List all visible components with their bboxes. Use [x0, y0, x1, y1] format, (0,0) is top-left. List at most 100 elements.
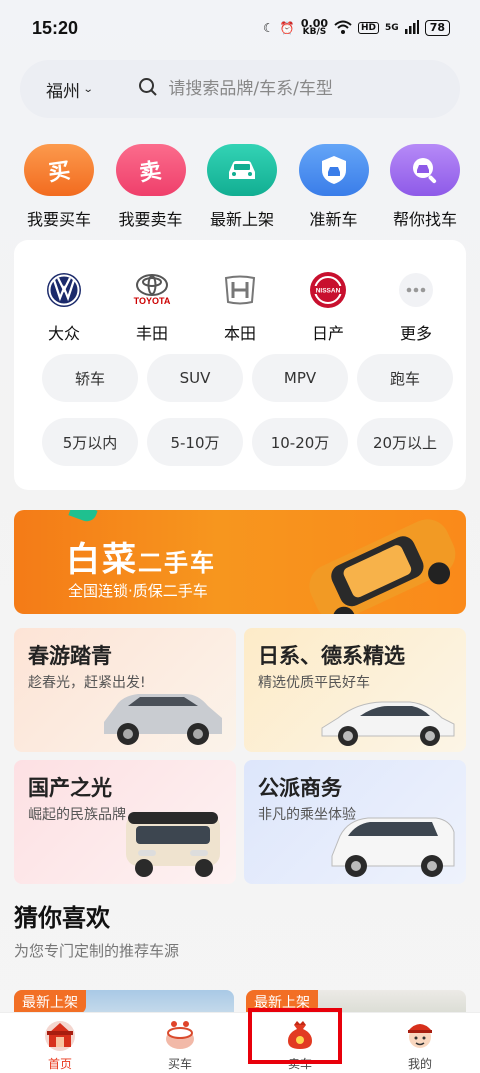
feature-title: 国产之光: [28, 776, 112, 800]
profile-icon: [402, 1019, 438, 1051]
status-bar: 15:20 ☾ ⏰ 0.00 KB/S HD 5G 78: [0, 0, 480, 56]
quick-find-car[interactable]: 帮你找车: [380, 144, 470, 230]
filter-suv[interactable]: SUV: [147, 354, 243, 402]
quick-label: 最新上架: [209, 210, 274, 229]
feature-title: 公派商务: [258, 776, 342, 800]
brand-label: 丰田: [135, 324, 168, 343]
signal-icon: [404, 19, 419, 37]
buy-glyph: 买: [46, 158, 72, 187]
filter-mpv[interactable]: MPV: [252, 354, 348, 402]
filter-price-5-10w[interactable]: 5-10万: [147, 418, 243, 466]
section-subtitle: 为您专门定制的推荐车源: [14, 942, 180, 960]
search-field: [138, 77, 389, 101]
volkswagen-logo: [45, 270, 83, 310]
shield-car-icon: [298, 144, 369, 196]
promo-banner[interactable]: 白菜二手车 全国连锁·质保二手车: [14, 510, 466, 614]
car-icon: [207, 144, 277, 196]
quick-label: 我要买车: [26, 210, 91, 229]
more-icon: [398, 270, 434, 310]
highlight-box: [248, 1008, 342, 1064]
sell-glyph: 卖: [138, 158, 164, 187]
filter-sports-car[interactable]: 跑车: [357, 354, 453, 402]
brand-more[interactable]: 更多: [376, 270, 456, 344]
brand-nissan[interactable]: NISSAN 日产: [288, 270, 368, 344]
tab-label: 我的: [407, 1057, 432, 1071]
quick-nearly-new[interactable]: 准新车: [289, 144, 379, 230]
quick-buy-car[interactable]: 买 我要买车: [14, 144, 104, 230]
filter-pills: 轿车 SUV MPV 跑车 5万以内 5-10万 10-20万 20万以上: [42, 354, 453, 466]
brand-label: 日产: [311, 324, 344, 343]
honda-logo: [223, 270, 257, 310]
buy-car-icon: [162, 1019, 198, 1051]
brand-toyota[interactable]: TOYOTA 丰田: [112, 270, 192, 344]
feature-card-business[interactable]: 公派商务 非凡的乘坐体验: [244, 760, 466, 884]
tab-label: 首页: [47, 1057, 72, 1071]
quick-new-listings[interactable]: 最新上架: [197, 144, 287, 230]
quick-label: 准新车: [309, 210, 358, 229]
silver-suv-image: [104, 694, 222, 745]
brand-label: 本田: [223, 324, 256, 343]
brand-filter-card: 大众 TOYOTA 丰田 本田 NISSAN 日产 更多 轿车 SUV MPV …: [14, 240, 466, 490]
tab-buy-car[interactable]: 买车: [140, 1019, 220, 1072]
banner-subtitle: 全国连锁·质保二手车: [68, 582, 208, 600]
feature-card-japanese-german[interactable]: 日系、德系精选 精选优质平民好车: [244, 628, 466, 752]
quick-label: 我要卖车: [118, 210, 183, 229]
new-listing-tag: 最新上架: [14, 990, 86, 1014]
home-icon: [42, 1019, 78, 1051]
tab-label: 买车: [167, 1057, 192, 1071]
speed-unit: KB/S: [302, 27, 327, 37]
white-mpv-image: [331, 817, 455, 877]
city-label: 福州: [46, 81, 80, 102]
toyota-wordmark: TOYOTA: [133, 296, 171, 306]
banner-title: 白菜二手车: [66, 532, 216, 581]
toyota-logo: TOYOTA: [133, 270, 171, 310]
quick-label: 帮你找车: [392, 210, 457, 229]
brand-volkswagen[interactable]: 大众: [24, 270, 104, 344]
brand-honda[interactable]: 本田: [200, 270, 280, 344]
city-selector[interactable]: 福州 ⌄: [46, 77, 94, 102]
banner-title-main: 白菜: [66, 540, 138, 580]
mini-ev-image: [126, 812, 220, 877]
moon-icon: ☾: [263, 21, 274, 35]
tab-home[interactable]: 首页: [20, 1019, 100, 1072]
feature-title: 日系、德系精选: [258, 644, 405, 668]
sell-badge-icon: 卖: [115, 144, 186, 196]
brand-label: 更多: [399, 324, 432, 343]
feature-title: 春游踏青: [28, 644, 112, 668]
section-title: 猜你喜欢: [14, 904, 110, 932]
chevron-down-icon: ⌄: [82, 83, 94, 95]
nissan-logo: NISSAN: [309, 270, 347, 310]
bottom-tab-bar: 首页 买车 卖车 我的: [0, 1012, 480, 1073]
search-icon: [138, 77, 158, 101]
alarm-icon: ⏰: [279, 21, 295, 35]
battery-indicator: 78: [424, 20, 450, 36]
filter-price-under-5w[interactable]: 5万以内: [42, 418, 138, 466]
orange-car-image: [309, 519, 456, 614]
brand-row: 大众 TOYOTA 丰田 本田 NISSAN 日产 更多: [14, 240, 466, 344]
buy-badge-icon: 买: [24, 144, 94, 196]
network-speed: 0.00 KB/S: [301, 18, 328, 37]
tab-profile[interactable]: 我的: [380, 1019, 460, 1072]
quick-sell-car[interactable]: 卖 我要卖车: [106, 144, 196, 230]
search-input[interactable]: [168, 79, 389, 99]
brand-label: 大众: [47, 324, 80, 343]
filter-sedan[interactable]: 轿车: [42, 354, 138, 402]
feature-card-spring-trip[interactable]: 春游踏青 趁春光，赶紧出发!: [14, 628, 236, 752]
banner-title-tail: 二手车: [138, 549, 216, 577]
nissan-wordmark: NISSAN: [316, 288, 341, 295]
wifi-icon: [334, 20, 352, 37]
feature-subtitle: 崛起的民族品牌: [28, 807, 126, 823]
filter-price-over-20w[interactable]: 20万以上: [357, 418, 453, 466]
search-bar: 福州 ⌄: [20, 60, 460, 118]
status-icons: ☾ ⏰ 0.00 KB/S HD 5G 78: [263, 18, 450, 37]
feature-subtitle: 精选优质平民好车: [258, 675, 370, 691]
network-type: 5G: [385, 23, 399, 33]
leaf-decoration: [68, 510, 98, 525]
hd-badge: HD: [358, 22, 380, 34]
filter-price-10-20w[interactable]: 10-20万: [252, 418, 348, 466]
status-time: 15:20: [32, 17, 79, 38]
feature-cards: 春游踏青 趁春光，赶紧出发! 日系、德系精选 精选优质平民好车 国产之光 崛起的…: [14, 628, 466, 884]
quick-actions: 买 我要买车 卖 我要卖车 最新上架 准新车 帮你找车: [0, 144, 480, 230]
white-sedan-image: [321, 701, 455, 746]
feature-card-domestic[interactable]: 国产之光 崛起的民族品牌: [14, 760, 236, 884]
